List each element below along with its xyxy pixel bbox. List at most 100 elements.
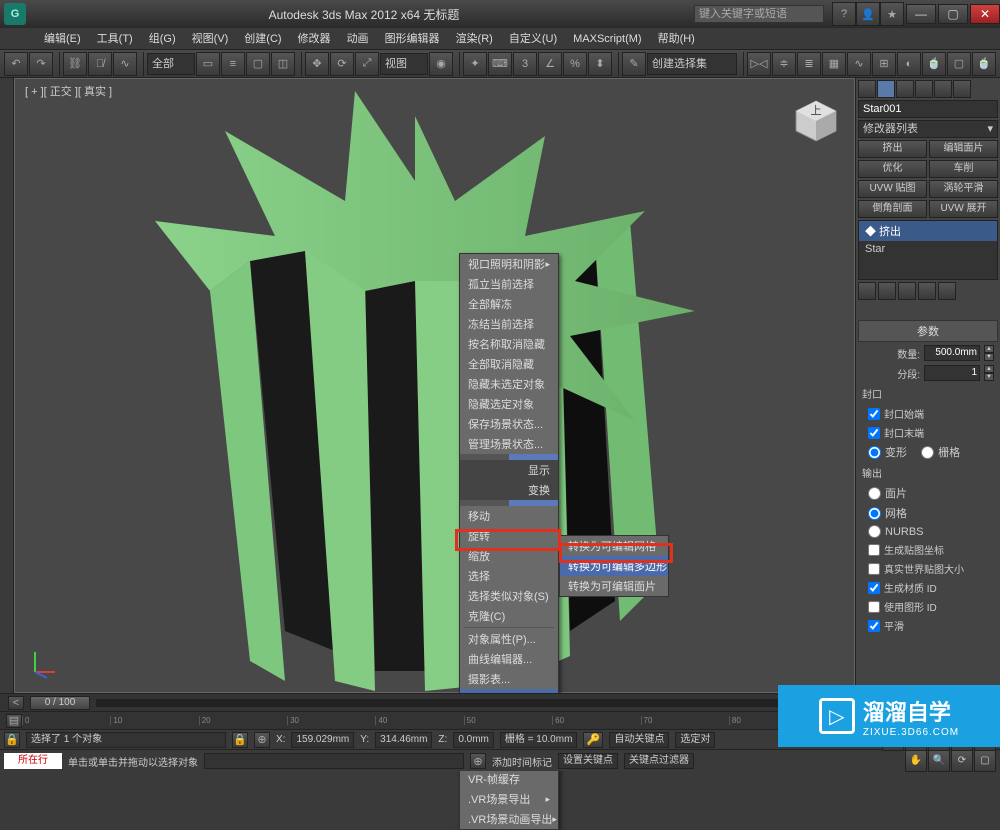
keyfilter-button[interactable]: 关键点过滤器 <box>624 753 694 769</box>
stack-item-extrude[interactable]: ◆ 挤出 <box>859 221 997 241</box>
mirror-icon[interactable]: ▷◁ <box>747 52 771 76</box>
ctx-hide-unsel[interactable]: 隐藏未选定对象 <box>460 374 558 394</box>
render-setup-icon[interactable]: 🍵 <box>922 52 946 76</box>
tab-modify-icon[interactable] <box>877 80 895 98</box>
menu-tools[interactable]: 工具(T) <box>89 28 141 49</box>
radio-mesh[interactable] <box>868 507 881 520</box>
menu-create[interactable]: 创建(C) <box>236 28 289 49</box>
btn-turbosmooth[interactable]: 涡轮平滑 <box>929 180 998 198</box>
ctx-properties[interactable]: 对象属性(P)... <box>460 629 558 649</box>
btn-editpatch[interactable]: 编辑面片 <box>929 140 998 158</box>
btn-uvwmap[interactable]: UVW 贴图 <box>858 180 927 198</box>
sub-editable-poly[interactable]: 转换为可编辑多边形 <box>560 556 668 576</box>
manipulate-icon[interactable]: ✦ <box>463 52 487 76</box>
menu-customize[interactable]: 自定义(U) <box>501 28 565 49</box>
menu-help[interactable]: 帮助(H) <box>650 28 703 49</box>
redo-icon[interactable]: ↷ <box>29 52 53 76</box>
ctx-vr-framebuffer[interactable]: VR-帧缓存 <box>460 769 558 789</box>
select-by-name-icon[interactable]: ≡ <box>221 52 245 76</box>
key-mode-icon[interactable]: 🔑 <box>583 732 603 748</box>
maximize-viewport-icon[interactable]: ▢ <box>974 750 996 772</box>
window-crossing-icon[interactable]: ◫ <box>271 52 295 76</box>
btn-bevelprofile[interactable]: 倒角剖面 <box>858 200 927 218</box>
tab-motion-icon[interactable] <box>915 80 933 98</box>
segments-spinner[interactable]: 1 <box>924 365 980 381</box>
stack-item-star[interactable]: Star <box>859 241 997 257</box>
amount-spinner[interactable]: 500.0mm <box>924 345 980 361</box>
time-slider[interactable]: 0 / 100 <box>30 696 90 710</box>
ctx-unfreeze-all[interactable]: 全部解冻 <box>460 294 558 314</box>
align-icon[interactable]: ≑ <box>772 52 796 76</box>
z-input[interactable]: 0.0mm <box>453 732 494 748</box>
rollout-parameters[interactable]: 参数 <box>858 320 998 342</box>
tab-create-icon[interactable] <box>858 80 876 98</box>
modifier-list-dropdown[interactable]: 修改器列表▾ <box>858 120 998 138</box>
ctx-hide-sel[interactable]: 隐藏选定对象 <box>460 394 558 414</box>
selection-lock-icon[interactable]: 🔒 <box>232 732 248 748</box>
check-realworld[interactable] <box>868 563 880 575</box>
selected-only-button[interactable]: 选定对 <box>675 732 715 748</box>
move-icon[interactable]: ✥ <box>305 52 329 76</box>
menu-modifiers[interactable]: 修改器 <box>290 28 339 49</box>
time-prev-icon[interactable]: < <box>8 696 24 710</box>
sub-editable-mesh[interactable]: 转换为可编辑网格 <box>560 536 668 556</box>
check-genmatid[interactable] <box>868 582 880 594</box>
ctx-unhide-all[interactable]: 全部取消隐藏 <box>460 354 558 374</box>
help-search-input[interactable]: 键入关键字或短语 <box>694 5 824 23</box>
menu-views[interactable]: 视图(V) <box>184 28 237 49</box>
radio-nurbs[interactable] <box>868 525 881 538</box>
keyboard-shortcut-icon[interactable]: ⌨ <box>488 52 512 76</box>
ctx-move[interactable]: 移动 <box>460 506 558 526</box>
script-listener[interactable]: 所在行 <box>4 753 62 769</box>
x-input[interactable]: 159.029mm <box>291 732 354 748</box>
curve-editor-icon[interactable]: ∿ <box>847 52 871 76</box>
ctx-manage-state[interactable]: 管理场景状态... <box>460 434 558 454</box>
segments-spin-buttons[interactable]: ▲▼ <box>984 365 994 381</box>
ribbon-toggle-icon[interactable]: ▦ <box>822 52 846 76</box>
ctx-vr-scene-export[interactable]: .VR场景导出▸ <box>460 789 558 809</box>
sub-editable-patch[interactable]: 转换为可编辑面片 <box>560 576 668 596</box>
pin-stack-icon[interactable] <box>858 282 876 300</box>
render-frame-icon[interactable]: ▢ <box>947 52 971 76</box>
zoom-icon[interactable]: 🔍 <box>928 750 950 772</box>
check-useshapeid[interactable] <box>868 601 880 613</box>
ctx-viewport-lighting[interactable]: 视口照明和阴影▸ <box>460 254 558 274</box>
setkey-button[interactable]: 设置关键点 <box>558 753 618 769</box>
ctx-select-similar[interactable]: 选择类似对象(S) <box>460 586 558 606</box>
ctx-freeze-sel[interactable]: 冻结当前选择 <box>460 314 558 334</box>
autokey-button[interactable]: 自动关键点 <box>609 732 669 748</box>
tab-hierarchy-icon[interactable] <box>896 80 914 98</box>
menu-maxscript[interactable]: MAXScript(M) <box>565 28 649 49</box>
remove-modifier-icon[interactable] <box>918 282 936 300</box>
ctx-curve-editor[interactable]: 曲线编辑器... <box>460 649 558 669</box>
btn-lathe[interactable]: 车削 <box>929 160 998 178</box>
render-icon[interactable]: 🍵 <box>972 52 996 76</box>
ref-coord-dropdown[interactable]: 视图 <box>380 53 428 75</box>
radio-morph[interactable] <box>868 446 881 459</box>
ctx-unhide-name[interactable]: 按名称取消隐藏 <box>460 334 558 354</box>
orbit-icon[interactable]: ⟳ <box>951 750 973 772</box>
menu-animation[interactable]: 动画 <box>339 28 377 49</box>
material-editor-icon[interactable]: ◐ <box>897 52 921 76</box>
named-selection-dropdown[interactable]: 创建选择集 <box>647 53 737 75</box>
ctx-vr-anim-export[interactable]: .VR场景动画导出▸ <box>460 809 558 829</box>
y-input[interactable]: 314.46mm <box>375 732 432 748</box>
maxscript-mini-listener[interactable] <box>204 753 464 769</box>
modifier-stack[interactable]: ◆ 挤出 Star <box>858 220 998 280</box>
btn-uvwunwrap[interactable]: UVW 展开 <box>929 200 998 218</box>
select-region-icon[interactable]: ▢ <box>246 52 270 76</box>
ctx-dope-sheet[interactable]: 摄影表... <box>460 669 558 689</box>
ctx-isolate[interactable]: 孤立当前选择 <box>460 274 558 294</box>
spinner-snap-icon[interactable]: ⬍ <box>588 52 612 76</box>
radio-patch[interactable] <box>868 487 881 500</box>
select-icon[interactable]: ▭ <box>196 52 220 76</box>
unlink-icon[interactable]: ⛓̸ <box>88 52 112 76</box>
selection-filter-dropdown[interactable]: 全部 <box>147 53 195 75</box>
bind-spacewarp-icon[interactable]: ∿ <box>113 52 137 76</box>
lock-selection-icon[interactable]: 🔒 <box>4 732 20 748</box>
tab-display-icon[interactable] <box>934 80 952 98</box>
comm-center-icon[interactable]: ⊕ <box>470 753 486 769</box>
trackbar-open-icon[interactable]: ▤ <box>6 714 22 728</box>
menu-grapheditors[interactable]: 图形编辑器 <box>377 28 448 49</box>
check-capstart[interactable] <box>868 408 880 420</box>
